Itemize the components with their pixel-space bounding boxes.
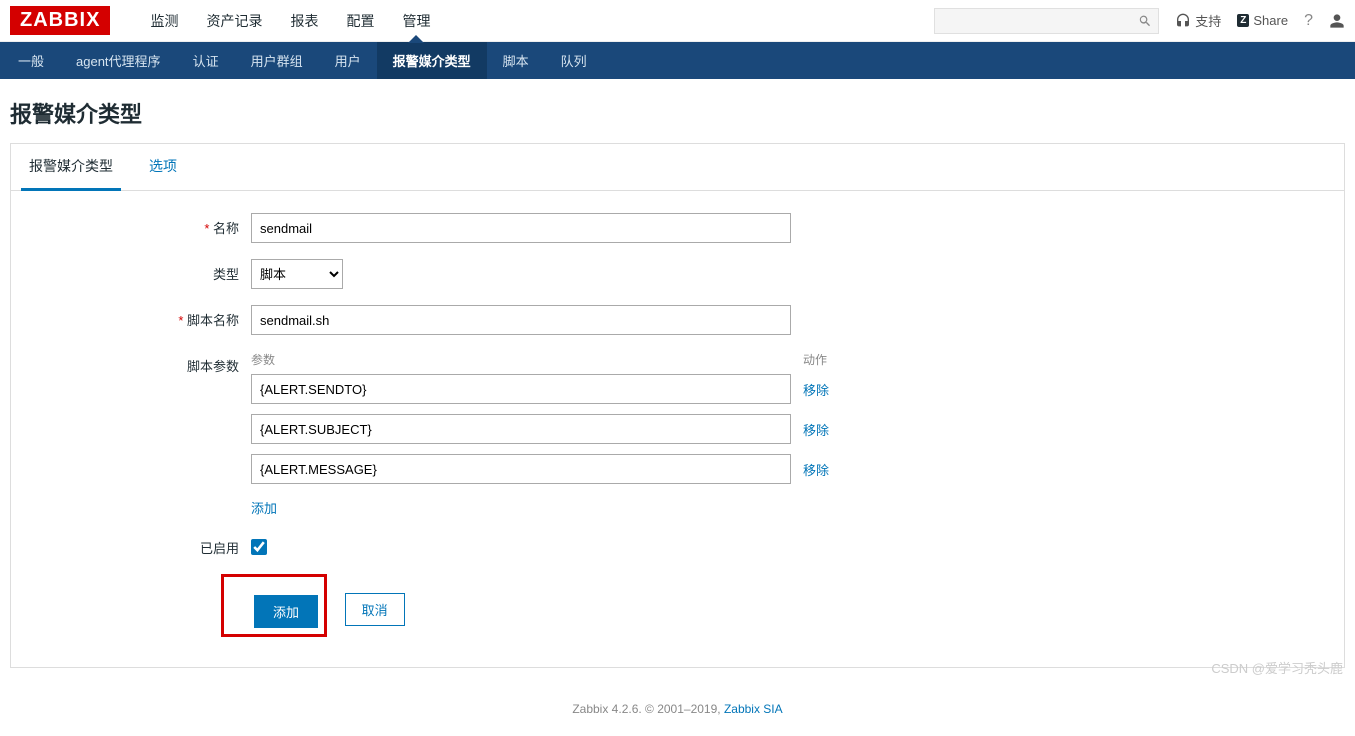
subnav-mediatypes[interactable]: 报警媒介类型 — [377, 42, 487, 79]
param-input-2[interactable] — [251, 454, 791, 484]
subnav-usergroups[interactable]: 用户群组 — [235, 42, 319, 79]
type-label: 类型 — [21, 259, 251, 283]
topnav-admin[interactable]: 管理 — [388, 0, 444, 42]
help-link[interactable]: ? — [1304, 12, 1313, 30]
add-param-link[interactable]: 添加 — [251, 498, 277, 517]
share-link[interactable]: Z Share — [1237, 13, 1288, 28]
sub-nav: 一般 agent代理程序 认证 用户群组 用户 报警媒介类型 脚本 队列 — [0, 42, 1355, 79]
type-select[interactable]: 脚本 — [251, 259, 343, 289]
param-input-1[interactable] — [251, 414, 791, 444]
form-body: 名称 类型 脚本 脚本名称 脚本参数 参数 动作 — [11, 191, 1344, 667]
param-row-1: 移除 — [251, 414, 871, 444]
search-box[interactable] — [934, 8, 1159, 34]
search-icon[interactable] — [1138, 14, 1152, 28]
cancel-button[interactable]: 取消 — [345, 593, 405, 626]
subnav-general[interactable]: 一般 — [2, 42, 60, 79]
params-label: 脚本参数 — [21, 351, 251, 375]
help-icon: ? — [1304, 12, 1313, 30]
top-nav: 监测 资产记录 报表 配置 管理 — [136, 0, 444, 42]
enabled-label: 已启用 — [21, 533, 251, 557]
subnav-scripts[interactable]: 脚本 — [487, 42, 545, 79]
subnav-proxy[interactable]: agent代理程序 — [60, 42, 177, 79]
params-col-action: 动作 — [791, 351, 827, 368]
tab-mediatype[interactable]: 报警媒介类型 — [21, 144, 121, 191]
submit-highlight: 添加 — [221, 574, 327, 637]
topnav-config[interactable]: 配置 — [332, 0, 388, 42]
name-label: 名称 — [21, 213, 251, 237]
scriptname-label: 脚本名称 — [21, 305, 251, 329]
user-menu[interactable] — [1329, 13, 1345, 29]
submit-button[interactable]: 添加 — [254, 595, 318, 628]
logo[interactable]: ZABBIX — [10, 6, 110, 35]
top-bar: ZABBIX 监测 资产记录 报表 配置 管理 支持 Z Share ? — [0, 0, 1355, 42]
scriptname-input[interactable] — [251, 305, 791, 335]
enabled-checkbox[interactable] — [251, 539, 267, 555]
topnav-inventory[interactable]: 资产记录 — [192, 0, 276, 42]
subnav-queue[interactable]: 队列 — [545, 42, 603, 79]
subnav-users[interactable]: 用户 — [319, 42, 377, 79]
tab-options[interactable]: 选项 — [141, 144, 185, 190]
param-remove-0[interactable]: 移除 — [803, 380, 829, 399]
footer-text: Zabbix 4.2.6. © 2001–2019, — [572, 702, 724, 716]
search-input[interactable] — [941, 13, 1138, 28]
param-row-2: 移除 — [251, 454, 871, 484]
user-icon — [1329, 13, 1345, 29]
params-col-param: 参数 — [251, 351, 791, 368]
form-tabs: 报警媒介类型 选项 — [11, 144, 1344, 191]
top-right: 支持 Z Share ? — [934, 8, 1345, 34]
form-card: 报警媒介类型 选项 名称 类型 脚本 脚本名称 脚本参数 参数 动作 — [10, 143, 1345, 668]
page-title: 报警媒介类型 — [0, 79, 1355, 143]
support-label: 支持 — [1195, 11, 1221, 30]
share-label: Share — [1253, 13, 1288, 28]
support-link[interactable]: 支持 — [1175, 11, 1221, 30]
topnav-reports[interactable]: 报表 — [276, 0, 332, 42]
footer-link[interactable]: Zabbix SIA — [724, 702, 783, 716]
param-remove-1[interactable]: 移除 — [803, 420, 829, 439]
subnav-auth[interactable]: 认证 — [177, 42, 235, 79]
param-input-0[interactable] — [251, 374, 791, 404]
param-remove-2[interactable]: 移除 — [803, 460, 829, 479]
headset-icon — [1175, 13, 1191, 29]
name-input[interactable] — [251, 213, 791, 243]
topnav-monitor[interactable]: 监测 — [136, 0, 192, 42]
param-row-0: 移除 — [251, 374, 871, 404]
share-badge-icon: Z — [1237, 14, 1249, 27]
